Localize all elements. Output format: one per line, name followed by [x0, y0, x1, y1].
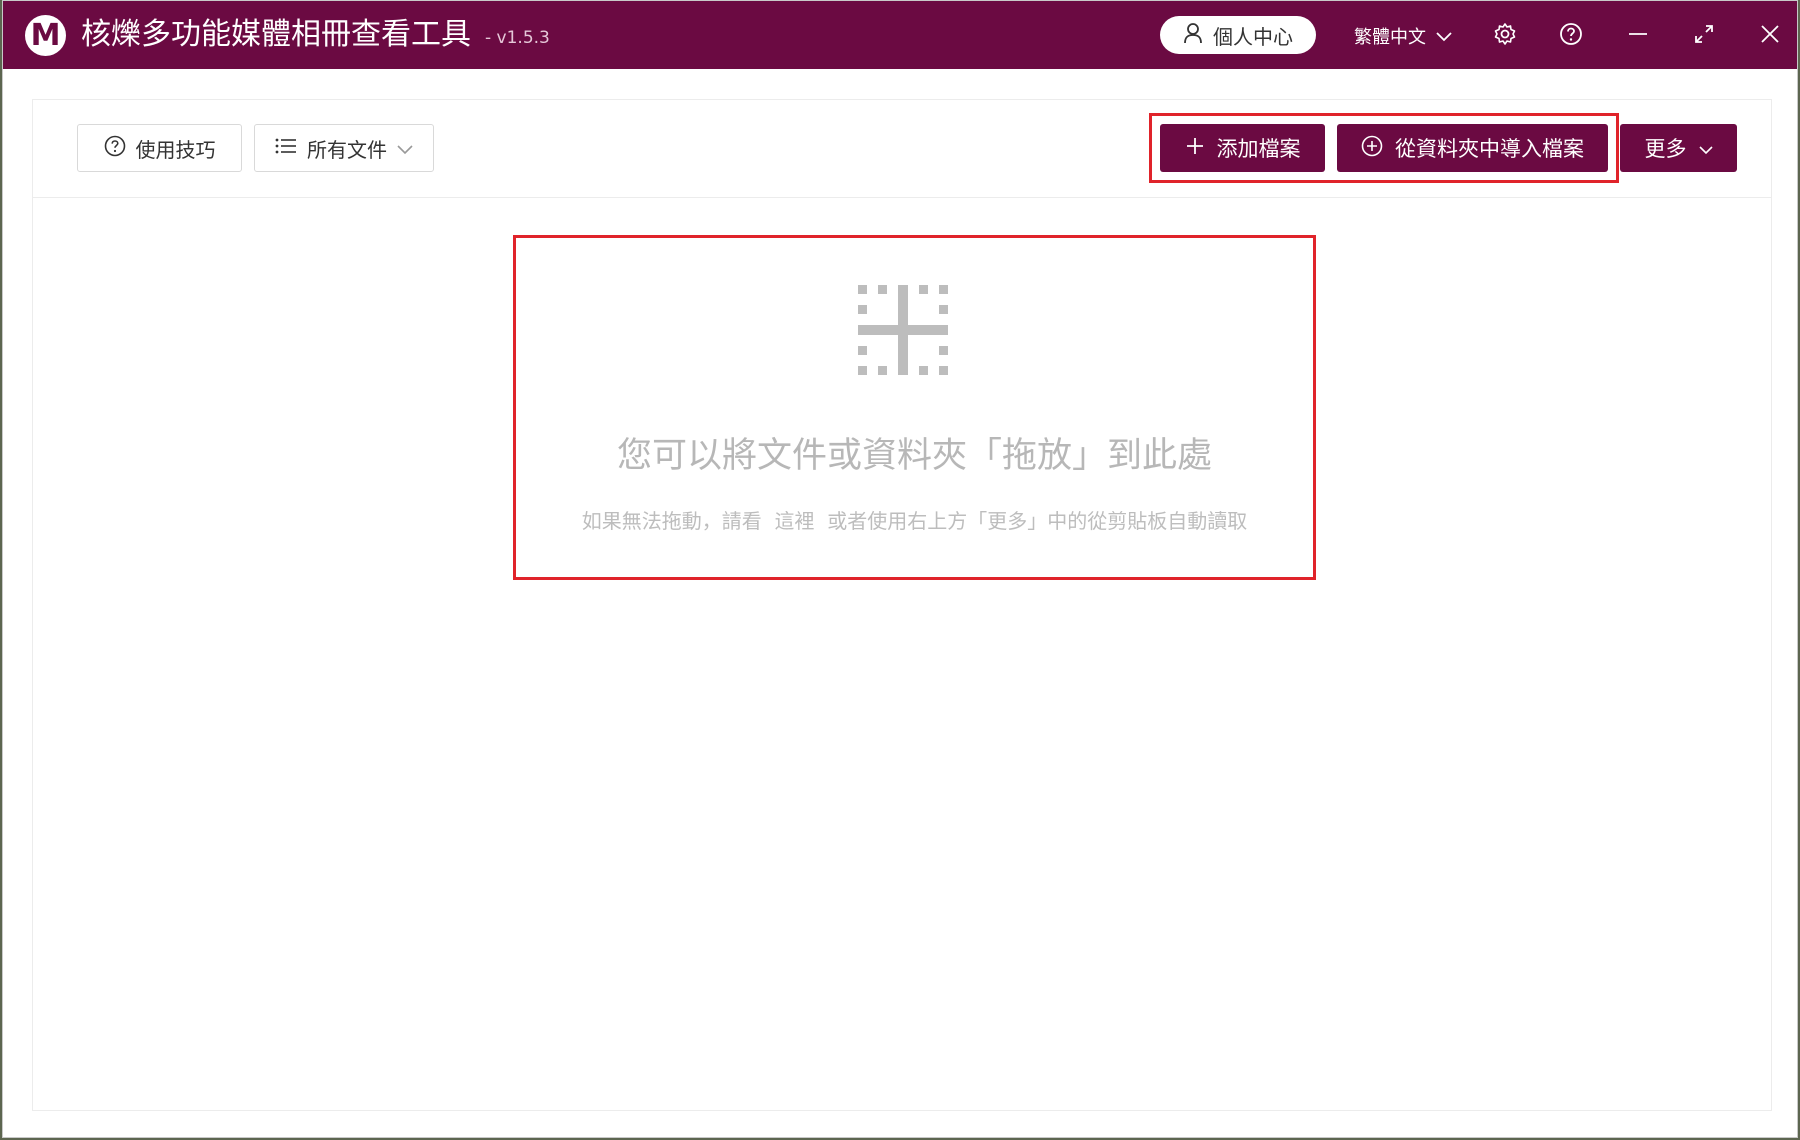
import-from-folder-label: 從資料夾中導入檔案: [1395, 137, 1584, 161]
more-button[interactable]: 更多: [1620, 124, 1737, 172]
drop-help-link[interactable]: 這裡: [775, 509, 815, 533]
question-circle-icon: [104, 135, 126, 162]
add-file-button[interactable]: 添加檔案: [1160, 124, 1325, 172]
plus-circle-icon: [1361, 135, 1383, 162]
plus-icon: [1185, 136, 1205, 161]
drop-zone-hint: 如果無法拖動，請看 這裡 或者使用右上方「更多」中的從剪貼板自動讀取: [513, 507, 1316, 535]
toolbar: 使用技巧 所有文件 添加檔案 從資料夾中導入檔案 更多: [33, 100, 1771, 198]
tips-label: 使用技巧: [135, 137, 216, 162]
add-file-label: 添加檔案: [1216, 137, 1301, 161]
close-icon: [1760, 24, 1780, 48]
help-button[interactable]: [1556, 21, 1586, 51]
file-filter-label: 所有文件: [307, 137, 387, 162]
language-label: 繁體中文: [1354, 27, 1426, 48]
file-filter-dropdown[interactable]: 所有文件: [254, 124, 434, 172]
help-icon: [1559, 22, 1583, 50]
minimize-icon: [1628, 24, 1648, 48]
drop-hint-text-before: 如果無法拖動，請看: [581, 509, 762, 533]
list-icon: [275, 136, 297, 160]
settings-button[interactable]: [1490, 21, 1520, 51]
app-logo: M: [25, 15, 66, 56]
user-icon: [1183, 22, 1203, 49]
app-window: M 核爍多功能媒體相冊查看工具 - v1.5.3 個人中心 繁體中文 使用技巧 …: [2, 0, 1798, 1138]
import-from-folder-button[interactable]: 從資料夾中導入檔案: [1337, 124, 1608, 172]
app-title: 核爍多功能媒體相冊查看工具: [81, 17, 471, 52]
chevron-down-icon: [1698, 136, 1713, 160]
close-button[interactable]: [1755, 21, 1785, 51]
main-panel: 使用技巧 所有文件 添加檔案 從資料夾中導入檔案 更多 您可以將文件或資料夾「拖…: [32, 99, 1772, 1111]
language-select[interactable]: 繁體中文: [1354, 21, 1452, 51]
more-label: 更多: [1644, 137, 1687, 161]
tips-button[interactable]: 使用技巧: [77, 124, 242, 172]
drop-target-icon: [858, 285, 948, 379]
title-bar: M 核爍多功能媒體相冊查看工具 - v1.5.3 個人中心 繁體中文: [3, 1, 1797, 69]
minimize-button[interactable]: [1623, 21, 1653, 51]
chevron-down-icon: [397, 136, 413, 160]
maximize-icon: [1694, 24, 1714, 48]
chevron-down-icon: [1436, 26, 1452, 47]
drop-zone[interactable]: 您可以將文件或資料夾「拖放」到此處 如果無法拖動，請看 這裡 或者使用右上方「更…: [513, 235, 1316, 580]
user-center-label: 個人中心: [1213, 24, 1293, 49]
gear-icon: [1493, 22, 1517, 50]
user-center-button[interactable]: 個人中心: [1160, 16, 1316, 54]
drop-hint-text-after: 或者使用右上方「更多」中的從剪貼板自動讀取: [827, 509, 1248, 533]
drop-zone-title: 您可以將文件或資料夾「拖放」到此處: [616, 436, 1212, 476]
maximize-button[interactable]: [1689, 21, 1719, 51]
app-version: - v1.5.3: [485, 28, 550, 48]
